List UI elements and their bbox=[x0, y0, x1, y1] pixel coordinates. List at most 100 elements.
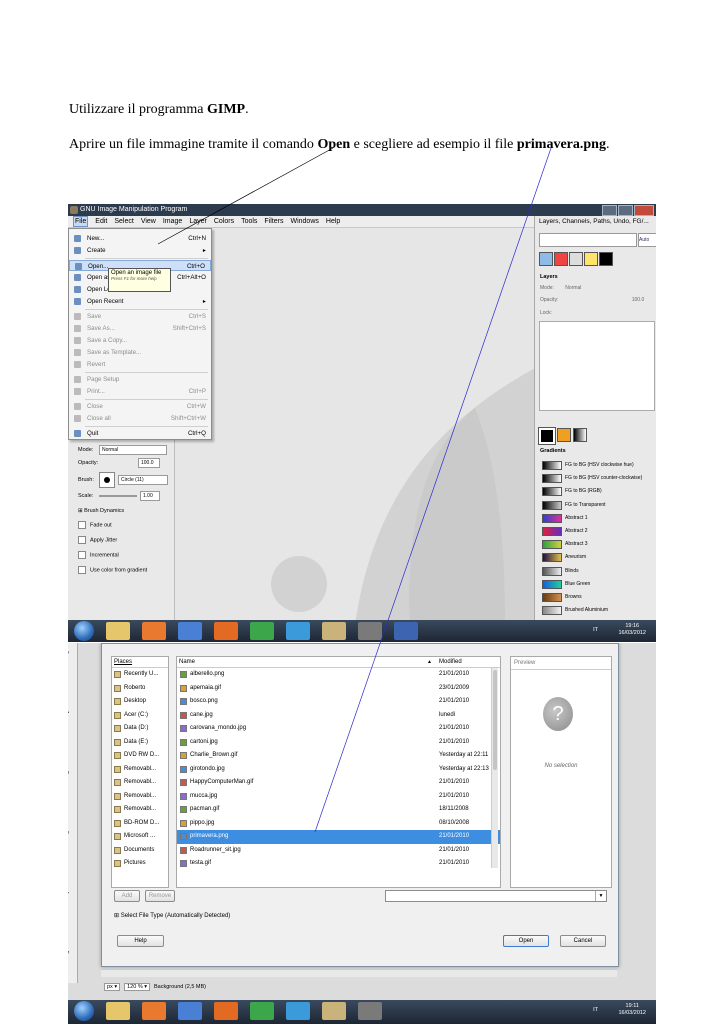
gradient-item[interactable]: FG to BG (HSV counter-clockwise) bbox=[542, 473, 652, 484]
menu-image[interactable]: Image bbox=[163, 216, 182, 227]
file-row[interactable]: testa.gif 21/01/2010 bbox=[177, 857, 500, 871]
select-file-type-expander[interactable]: ⊞ Select File Type (Automatically Detect… bbox=[114, 912, 230, 919]
firefox-taskbar-icon[interactable] bbox=[214, 1002, 238, 1020]
firefox-taskbar-icon[interactable] bbox=[214, 622, 238, 640]
place-item[interactable]: Microsoft ... bbox=[112, 830, 168, 844]
checkbox[interactable] bbox=[78, 566, 86, 574]
gradient-item[interactable]: Browns bbox=[542, 592, 652, 603]
brush-dynamics-expander[interactable]: ⊞ Brush Dynamics bbox=[78, 508, 124, 514]
place-item[interactable]: Removabl... bbox=[112, 776, 168, 790]
remove-button[interactable]: Remove bbox=[145, 890, 175, 902]
media-player-taskbar-icon[interactable] bbox=[142, 1002, 166, 1020]
file-row[interactable]: Charlie_Brown.gif Yesterday at 22:11 bbox=[177, 749, 500, 763]
taskbar-clock[interactable]: 19:16 16/03/2012 bbox=[618, 623, 646, 637]
scale-slider[interactable] bbox=[99, 495, 137, 497]
file-menu-item-save-as[interactable]: Save As... Shift+Ctrl+S bbox=[69, 323, 211, 334]
layers-tab-icon[interactable] bbox=[539, 252, 553, 266]
skype-taskbar-icon[interactable] bbox=[286, 622, 310, 640]
checkbox[interactable] bbox=[78, 536, 86, 544]
checkbox[interactable] bbox=[78, 521, 86, 529]
file-menu-item-quit[interactable]: Quit Ctrl+Q bbox=[69, 428, 211, 439]
app-taskbar-icon[interactable] bbox=[178, 622, 202, 640]
place-item[interactable]: Pictures bbox=[112, 857, 168, 871]
paths-tab-icon[interactable] bbox=[569, 252, 583, 266]
open-button[interactable]: Open bbox=[503, 935, 549, 947]
file-row[interactable]: cartoni.jpg 21/01/2010 bbox=[177, 736, 500, 750]
brush-select[interactable]: Circle (11) bbox=[118, 475, 168, 485]
start-button-icon[interactable] bbox=[74, 621, 94, 641]
folder-taskbar-icon[interactable] bbox=[322, 622, 346, 640]
start-button-icon[interactable] bbox=[74, 1001, 94, 1021]
gimp-taskbar-icon[interactable] bbox=[358, 622, 382, 640]
place-item[interactable]: Acer (C:) bbox=[112, 709, 168, 723]
place-item[interactable]: Removabl... bbox=[112, 763, 168, 777]
explorer-taskbar-icon[interactable] bbox=[106, 1002, 130, 1020]
file-row[interactable]: alberello.png 21/01/2010 bbox=[177, 668, 500, 682]
add-button[interactable]: Add bbox=[114, 890, 140, 902]
column-name-header[interactable]: Name bbox=[179, 657, 195, 667]
place-item[interactable]: Documents bbox=[112, 844, 168, 858]
gradient-item[interactable]: Aneurism bbox=[542, 552, 652, 563]
incremental-option[interactable]: Incremental bbox=[78, 551, 119, 559]
fade-out-option[interactable]: Fade out bbox=[78, 521, 112, 529]
column-modified-header[interactable]: Modified bbox=[439, 657, 462, 667]
help-button[interactable]: Help bbox=[117, 935, 164, 947]
explorer-taskbar-icon[interactable] bbox=[106, 622, 130, 640]
close-button[interactable] bbox=[634, 205, 654, 216]
channels-tab-icon[interactable] bbox=[554, 252, 568, 266]
file-menu-item-save[interactable]: Save Ctrl+S bbox=[69, 311, 211, 322]
menu-help[interactable]: Help bbox=[326, 216, 340, 227]
file-filter-select[interactable]: ▼ bbox=[385, 890, 607, 902]
folder-taskbar-icon[interactable] bbox=[322, 1002, 346, 1020]
menu-edit[interactable]: Edit bbox=[95, 216, 107, 227]
file-row[interactable]: pacman.gif 18/11/2008 bbox=[177, 803, 500, 817]
file-menu-item-open-recent[interactable]: Open Recent ▸ bbox=[69, 296, 211, 307]
mode-select[interactable]: Normal bbox=[99, 445, 167, 455]
gimp-taskbar-icon[interactable] bbox=[358, 1002, 382, 1020]
file-row[interactable]: HappyComputerMan.gif 21/01/2010 bbox=[177, 776, 500, 790]
minimize-button[interactable] bbox=[602, 205, 617, 216]
cancel-button[interactable]: Cancel bbox=[560, 935, 606, 947]
file-menu-item-save-a-copy[interactable]: Save a Copy... bbox=[69, 335, 211, 346]
word-taskbar-icon[interactable] bbox=[394, 622, 418, 640]
gradient-item[interactable]: Abstract 1 bbox=[542, 513, 652, 524]
file-list-scrollbar[interactable] bbox=[491, 668, 498, 868]
gradient-item[interactable]: Abstract 3 bbox=[542, 539, 652, 550]
file-menu-item-new[interactable]: New... Ctrl+N bbox=[69, 233, 211, 244]
file-row[interactable]: carovana_mondo.jpg 21/01/2010 bbox=[177, 722, 500, 736]
taskbar-clock[interactable]: 19:11 16/03/2012 bbox=[618, 1003, 646, 1017]
file-menu-item-close[interactable]: Close Ctrl+W bbox=[69, 401, 211, 412]
file-menu-item-page-setup[interactable]: Page Setup bbox=[69, 374, 211, 385]
canvas-horizontal-scrollbar[interactable] bbox=[101, 969, 617, 977]
gradient-item[interactable]: FG to BG (HSV clockwise hue) bbox=[542, 460, 652, 471]
place-item[interactable]: DVD RW D... bbox=[112, 749, 168, 763]
file-menu-item-save-as-template[interactable]: Save as Template... bbox=[69, 347, 211, 358]
file-menu-item-print[interactable]: Print... Ctrl+P bbox=[69, 386, 211, 397]
file-row[interactable]: apemaia.gif 23/01/2009 bbox=[177, 682, 500, 696]
place-item[interactable]: Recently U... bbox=[112, 668, 168, 682]
media-player-taskbar-icon[interactable] bbox=[142, 622, 166, 640]
menu-layer[interactable]: Layer bbox=[189, 216, 207, 227]
brush-preview[interactable] bbox=[99, 472, 115, 488]
use-color-gradient-option[interactable]: Use color from gradient bbox=[78, 566, 147, 574]
menu-view[interactable]: View bbox=[141, 216, 156, 227]
language-indicator[interactable]: IT bbox=[593, 627, 598, 633]
skype-taskbar-icon[interactable] bbox=[286, 1002, 310, 1020]
file-menu-item-close-all[interactable]: Close all Shift+Ctrl+W bbox=[69, 413, 211, 424]
place-item[interactable]: Removabl... bbox=[112, 803, 168, 817]
place-item[interactable]: Data (D:) bbox=[112, 722, 168, 736]
place-item[interactable]: Data (E:) bbox=[112, 736, 168, 750]
gradient-item[interactable]: Blinds bbox=[542, 566, 652, 577]
chrome-taskbar-icon[interactable] bbox=[250, 1002, 274, 1020]
menu-windows[interactable]: Windows bbox=[290, 216, 318, 227]
apply-jitter-option[interactable]: Apply Jitter bbox=[78, 536, 117, 544]
chrome-taskbar-icon[interactable] bbox=[250, 622, 274, 640]
menu-select[interactable]: Select bbox=[114, 216, 133, 227]
gradient-item[interactable]: FG to BG (RGB) bbox=[542, 486, 652, 497]
brush-swatch-icon[interactable] bbox=[538, 427, 556, 445]
file-menu-item-create[interactable]: Create ▸ bbox=[69, 245, 211, 256]
layers-list[interactable] bbox=[539, 321, 655, 411]
menu-tools[interactable]: Tools bbox=[241, 216, 257, 227]
fg-bg-tab-icon[interactable] bbox=[599, 252, 613, 266]
place-item[interactable]: BD-ROM D... bbox=[112, 817, 168, 831]
